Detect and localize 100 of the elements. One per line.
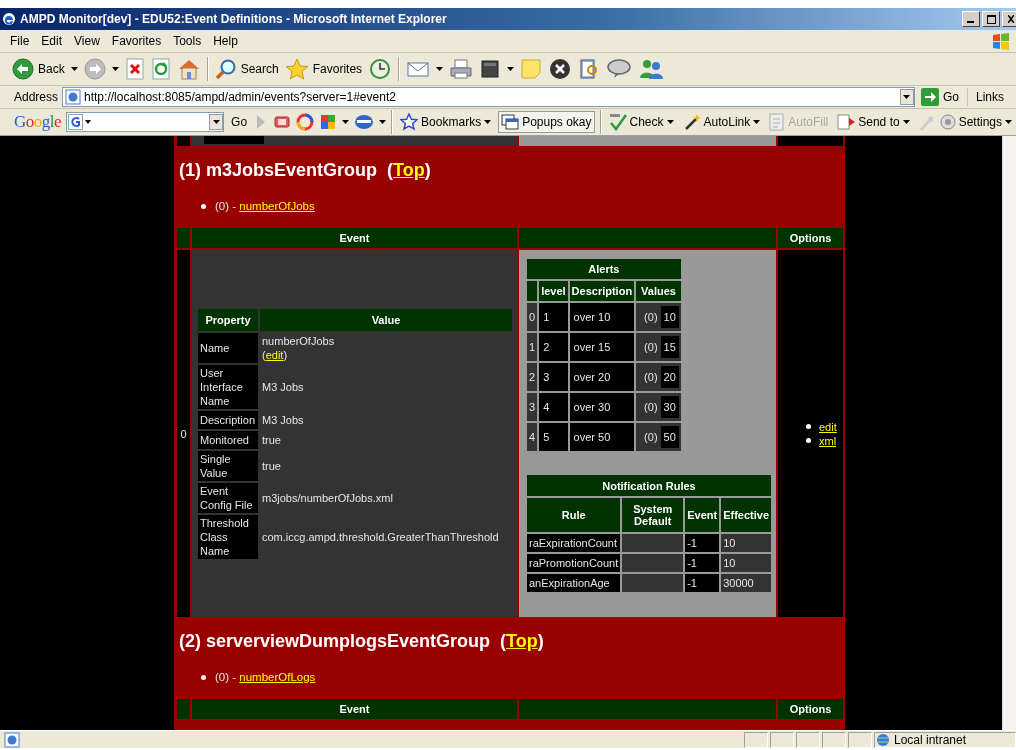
row-index: 1 <box>527 333 538 361</box>
count-text: (0) <box>644 371 658 383</box>
status-panel <box>822 731 846 748</box>
event-link[interactable]: numberOfLogs <box>239 671 316 683</box>
table-header: Options <box>778 699 843 719</box>
description-cell: over 10 <box>569 303 635 331</box>
description-cell: over 15 <box>569 333 635 361</box>
edit-link-text: (edit) <box>262 347 289 362</box>
caret-icon <box>212 120 220 124</box>
popups-button[interactable]: Popups okay <box>498 111 595 133</box>
caret-icon[interactable] <box>70 67 78 71</box>
event-item: (0) - numberOfLogs <box>215 671 316 683</box>
popup-window-icon <box>501 114 520 130</box>
caret-icon[interactable] <box>436 67 444 71</box>
option-link[interactable]: edit <box>819 420 837 433</box>
close-button[interactable] <box>1002 11 1016 27</box>
go-button[interactable]: Go <box>918 88 968 106</box>
settings-button[interactable]: Settings <box>937 112 1014 132</box>
close-circle-icon[interactable] <box>548 58 573 80</box>
table-header: System Default <box>622 498 684 532</box>
section-heading: (1) m3JobsEventGroup (Top) <box>178 159 432 182</box>
autolink-button[interactable]: AutoLink <box>680 111 763 133</box>
table-title: Notification Rules <box>527 475 771 496</box>
edit-link[interactable]: edit <box>265 348 284 361</box>
event-cell: -1 <box>685 534 720 552</box>
description-cell: over 50 <box>569 423 635 451</box>
favorites-button[interactable]: Favorites <box>284 58 363 80</box>
bullet-icon <box>201 203 206 209</box>
caret-icon[interactable] <box>507 67 515 71</box>
table-header: Options <box>778 228 843 248</box>
window-title: AMPD Monitor[dev] - EDU52:Event Definitions - Microsoft Internet Explorer <box>20 12 448 26</box>
value-box: 20 <box>660 366 679 388</box>
count-text: (0) <box>644 341 658 353</box>
row-index: 0 <box>177 250 190 617</box>
history-icon[interactable] <box>368 58 393 80</box>
caret-icon <box>484 120 492 124</box>
table-cell <box>778 136 843 146</box>
menu-item[interactable]: Tools <box>173 32 209 50</box>
spellcheck-icon <box>608 113 627 131</box>
maximize-button[interactable] <box>982 11 1000 27</box>
event-item: (0) - numberOfJobs <box>215 200 315 212</box>
event-link[interactable]: numberOfJobs <box>239 200 315 212</box>
speech-bubble-icon[interactable] <box>606 58 633 80</box>
status-panel <box>796 731 820 748</box>
go-button[interactable]: Go <box>229 115 250 129</box>
google-logo[interactable]: Google <box>14 112 62 132</box>
option-link[interactable]: xml <box>819 434 837 447</box>
close-icon <box>1008 15 1014 23</box>
menu-item[interactable]: Edit <box>41 32 70 50</box>
dropdown-button[interactable] <box>899 89 914 105</box>
value-box: 10 <box>660 306 679 328</box>
caret-icon[interactable] <box>379 120 387 124</box>
table-header: Event <box>685 498 720 532</box>
minimize-button[interactable] <box>962 11 980 27</box>
bullet-icon <box>806 424 811 429</box>
links-button[interactable]: Links <box>972 90 1012 104</box>
people-icon[interactable] <box>638 58 665 80</box>
menu-item[interactable]: File <box>10 32 37 50</box>
search-button[interactable]: Search <box>214 58 279 80</box>
swirl-icon[interactable] <box>296 113 315 131</box>
property-cell: Name <box>198 332 258 363</box>
effective-cell: 30000 <box>721 574 771 592</box>
caret-icon[interactable] <box>342 120 350 124</box>
caret-icon <box>1005 120 1012 124</box>
edit-icon[interactable] <box>479 58 502 80</box>
scrollbar[interactable] <box>1002 136 1016 730</box>
top-link[interactable]: Top <box>393 160 425 180</box>
status-panel <box>848 731 872 748</box>
table-header: Property <box>198 308 258 331</box>
menu-item[interactable]: Help <box>213 32 245 50</box>
level-cell: 2 <box>539 333 568 361</box>
caret-icon[interactable] <box>111 67 119 71</box>
rule-cell: raExpirationCount <box>527 534 621 552</box>
dropdown-button[interactable] <box>209 114 224 130</box>
bookmarks-button[interactable]: Bookmarks <box>398 111 494 133</box>
effective-cell: 10 <box>721 534 771 552</box>
page-icon <box>65 89 82 105</box>
address-field[interactable]: http://localhost:8085/ampd/admin/events?server=1#event2 <box>62 87 915 107</box>
level-cell: 3 <box>539 363 568 391</box>
rule-cell: raPromotionCount <box>527 554 621 572</box>
top-link[interactable]: Top <box>506 631 538 651</box>
printer-icon[interactable] <box>449 58 474 80</box>
value-box: 30 <box>660 396 679 418</box>
back-button[interactable]: Back <box>12 58 65 80</box>
search-field[interactable] <box>66 112 225 132</box>
search-icon <box>214 58 237 80</box>
menu-item[interactable]: View <box>74 32 107 50</box>
description-cell: over 30 <box>569 393 635 421</box>
refresh-icon[interactable] <box>150 58 171 80</box>
stop-icon[interactable] <box>124 58 145 80</box>
check-button[interactable]: Check <box>606 111 676 133</box>
property-cell: Event Config File <box>198 482 258 513</box>
puzzle-icon[interactable] <box>319 113 338 131</box>
send-to-button[interactable]: Send to <box>835 111 912 133</box>
value-cell-text: M3 Jobs <box>261 379 305 395</box>
rule-cell: anExpirationAge <box>527 574 621 592</box>
menu-item[interactable]: Favorites <box>111 32 169 50</box>
g-icon <box>68 114 93 130</box>
row-index: 4 <box>527 423 538 451</box>
maximize-icon <box>986 14 996 24</box>
